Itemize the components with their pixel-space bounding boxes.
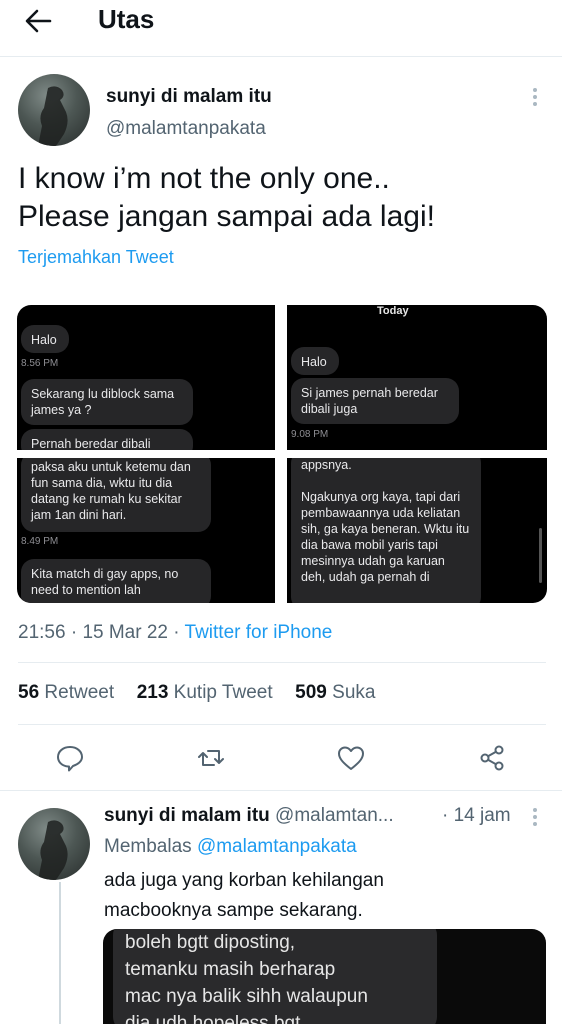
reply-time[interactable]: · 14 jam	[442, 805, 511, 827]
tweet-meta: 21:56 · 15 Mar 22 · Twitter for iPhone	[18, 622, 332, 644]
share-icon[interactable]	[477, 743, 507, 773]
meta-separator: ·	[70, 622, 83, 643]
meta-separator: ·	[173, 622, 185, 643]
tweet-media-grid: Halo 8.56 PM Sekarang lu diblock sama ja…	[17, 305, 547, 603]
tweet-source-link[interactable]: Twitter for iPhone	[185, 622, 333, 643]
more-options-icon[interactable]	[528, 806, 542, 830]
author-handle[interactable]: @malamtanpakata	[106, 118, 266, 140]
replying-label: Membalas	[104, 836, 192, 857]
chat-timestamp: 8.49 PM	[21, 536, 59, 547]
like-count: 509	[295, 682, 327, 703]
retweet-count: 56	[18, 682, 40, 703]
author-name[interactable]: sunyi di malam itu	[106, 86, 272, 108]
chat-timestamp: 8.56 PM	[21, 358, 59, 369]
divider	[18, 724, 546, 725]
more-options-icon[interactable]	[528, 86, 542, 110]
chat-bubble: Halo	[291, 347, 339, 375]
media-image-4[interactable]: appsnya. Ngakunya org kaya, tapi dari pe…	[287, 458, 547, 603]
chat-bubble-text: boleh bgtt diposting, temanku masih berh…	[125, 932, 368, 1024]
reply-media-image[interactable]: boleh bgtt diposting, temanku masih berh…	[103, 929, 546, 1024]
media-image-1[interactable]: Halo 8.56 PM Sekarang lu diblock sama ja…	[17, 305, 275, 450]
arrow-left-icon[interactable]	[22, 6, 54, 36]
chat-timestamp: 9.08 PM	[291, 429, 329, 440]
quote-label: Kutip Tweet	[173, 682, 273, 703]
chat-bubble: Si james pernah beredar dibali juga	[291, 378, 459, 424]
like-count-link[interactable]: 509 Suka	[295, 682, 375, 703]
avatar-figure-icon	[38, 820, 68, 880]
scrollbar	[539, 528, 542, 583]
chat-bubble: Sekarang lu diblock sama james ya ?	[21, 379, 193, 425]
replying-mention-link[interactable]: @malamtanpakata	[197, 836, 357, 857]
tweet-stats: 56 Retweet 213 Kutip Tweet 509 Suka	[18, 682, 375, 704]
chat-bubble: Halo	[21, 325, 69, 353]
tweet-time: 21:56	[18, 622, 66, 643]
page-title: Utas	[98, 4, 155, 34]
retweet-label: Retweet	[44, 682, 115, 703]
reply-icon[interactable]	[55, 743, 85, 773]
media-image-2[interactable]: Today Halo Si james pernah beredar dibal…	[287, 305, 547, 450]
reply-author-name[interactable]: sunyi di malam itu	[104, 805, 270, 826]
reply-text-line: macbooknya sampe sekarang.	[104, 900, 363, 921]
chat-bubble: Pernah beredar dibali	[21, 429, 193, 450]
reply-avatar[interactable]	[18, 808, 90, 880]
translate-tweet-link[interactable]: Terjemahkan Tweet	[18, 247, 174, 268]
reply-text-line: ada juga yang korban kehilangan	[104, 870, 384, 891]
chat-bubble: appsnya. Ngakunya org kaya, tapi dari pe…	[291, 458, 481, 603]
quote-count: 213	[136, 682, 169, 703]
replying-to: Membalas @malamtanpakata	[104, 832, 357, 862]
retweet-icon[interactable]	[196, 743, 226, 773]
tweet-text: I know i’m not the only one.. Please jan…	[18, 160, 538, 236]
divider	[18, 662, 546, 663]
avatar[interactable]	[18, 74, 90, 146]
thread-line	[59, 882, 61, 1024]
quote-count-link[interactable]: 213 Kutip Tweet	[137, 682, 273, 703]
like-icon[interactable]	[336, 743, 366, 773]
tweet-text-line: I know i’m not the only one..	[18, 162, 390, 195]
chat-bubble: paksa aku untuk ketemu dan fun sama dia,…	[21, 458, 211, 532]
reply-text: ada juga yang korban kehilangan macbookn…	[104, 866, 384, 926]
like-label: Suka	[332, 682, 376, 703]
reply-header: sunyi di malam itu @malamtan...	[104, 805, 394, 827]
reply-author-handle[interactable]: @malamtan...	[275, 805, 394, 826]
tweet-text-line: Please jangan sampai ada lagi!	[18, 200, 435, 233]
header-divider	[0, 56, 562, 57]
chat-date-header: Today	[377, 305, 409, 317]
top-bar: Utas	[0, 0, 562, 42]
avatar-figure-icon	[38, 86, 68, 146]
chat-bubble: Kita match di gay apps, no need to menti…	[21, 559, 211, 603]
retweet-count-link[interactable]: 56 Retweet	[18, 682, 114, 703]
divider	[0, 790, 562, 791]
tweet-date: 15 Mar 22	[82, 622, 168, 643]
media-image-3[interactable]: paksa aku untuk ketemu dan fun sama dia,…	[17, 458, 275, 603]
